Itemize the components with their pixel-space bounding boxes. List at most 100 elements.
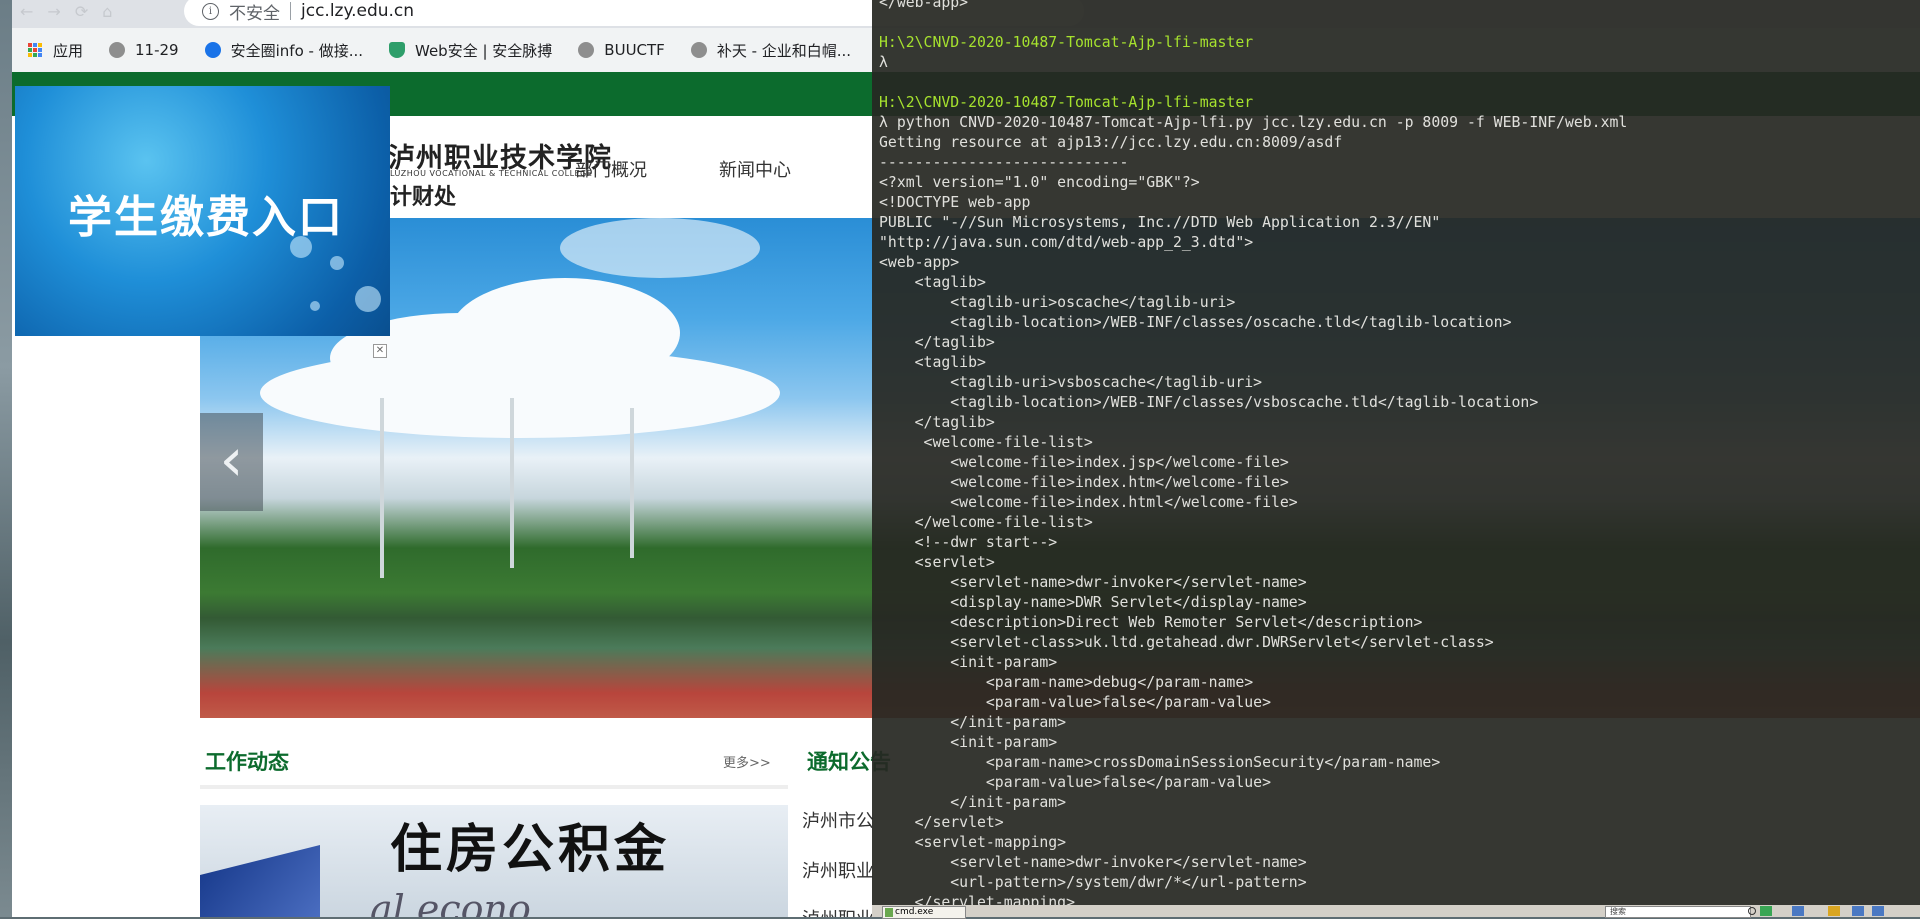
ad-bokeh <box>355 286 381 312</box>
terminal-line: </init-param> <box>879 714 1067 731</box>
terminal-tab-label: cmd.exe <box>895 907 934 917</box>
slider-prev-button[interactable]: ‹ <box>200 413 263 511</box>
lamp-post <box>630 408 634 558</box>
terminal-line: <servlet-name>dwr-invoker</servlet-name> <box>879 854 1307 871</box>
terminal-line: </init-param> <box>879 794 1067 811</box>
terminal-line: λ <box>879 54 888 71</box>
menu-icon[interactable] <box>1872 906 1884 916</box>
bookmark-item[interactable]: 补天 - 企业和白帽... <box>690 40 852 61</box>
terminal-line: <init-param> <box>879 654 1058 671</box>
terminal-line: <param-value>false</param-value> <box>879 694 1271 711</box>
terminal-line: <!--dwr start--> <box>879 534 1058 551</box>
terminal-status-bar: cmd.exe 搜索 <box>872 905 1920 919</box>
bookmark-item[interactable]: 11-29 <box>109 41 179 59</box>
ad-close-icon[interactable]: ✕ <box>373 344 387 358</box>
terminal-line: <param-name>debug</param-name> <box>879 674 1254 691</box>
terminal-search-input[interactable]: 搜索 <box>1605 906 1751 918</box>
globe-icon <box>690 42 707 58</box>
section-divider <box>200 785 788 789</box>
lamp-post <box>510 398 514 568</box>
terminal-line: <description>Direct Web Remoter Servlet<… <box>879 614 1423 631</box>
terminal-line: <display-name>DWR Servlet</display-name> <box>879 594 1307 611</box>
terminal-line: <init-param> <box>879 734 1058 751</box>
notice-item[interactable]: 泸州职业 <box>802 857 874 883</box>
omnibox-separator <box>290 2 291 20</box>
layout-icon[interactable] <box>1852 906 1864 916</box>
more-link[interactable]: 更多>> <box>723 752 771 771</box>
notice-item[interactable]: 泸州职业 <box>802 905 874 917</box>
site-logo-english: LUZHOU VOCATIONAL & TECHNICAL COLLEGE <box>390 169 593 178</box>
terminal-line: <url-pattern>/system/dwr/*</url-pattern> <box>879 874 1307 891</box>
cloud <box>260 348 780 438</box>
terminal-line: <taglib> <box>879 354 986 371</box>
news-image-subtext: al econo <box>370 887 531 917</box>
nav-item-overview[interactable]: 部门概况 <box>575 156 647 182</box>
terminal-line: <taglib-uri>oscache</taglib-uri> <box>879 294 1236 311</box>
nav-buttons[interactable]: ←→⟳⌂ <box>20 2 126 21</box>
terminal-line: <servlet> <box>879 554 995 571</box>
terminal-line: PUBLIC "-//Sun Microsystems, Inc.//DTD W… <box>879 214 1441 231</box>
terminal-line: <taglib-location>/WEB-INF/classes/oscach… <box>879 314 1512 331</box>
globe-icon <box>578 42 595 58</box>
lamp-post <box>380 398 384 578</box>
cloud <box>560 218 760 278</box>
terminal-line: <servlet-class>uk.ltd.getahead.dwr.DWRSe… <box>879 634 1494 651</box>
terminal-line: </welcome-file-list> <box>879 514 1093 531</box>
ad-text: 学生缴费入口 <box>68 192 344 243</box>
security-label[interactable]: 不安全 <box>229 0 280 24</box>
bookmark-apps[interactable]: 应用 <box>28 40 83 61</box>
news-image[interactable]: 住房公积金 al econo <box>200 805 788 917</box>
terminal-line: </servlet-mapping> <box>879 894 1075 905</box>
info-icon[interactable]: i <box>202 2 219 20</box>
safari-icon <box>204 42 221 58</box>
terminal-line: <welcome-file>index.html</welcome-file> <box>879 494 1298 511</box>
terminal-line: <welcome-file-list> <box>879 434 1093 451</box>
ad-bokeh <box>330 256 344 270</box>
lock-icon[interactable] <box>1828 906 1840 916</box>
terminal-line: "http://java.sun.com/dtd/web-app_2_3.dtd… <box>879 234 1254 251</box>
cmd-icon <box>885 908 893 917</box>
terminal-line: <welcome-file>index.htm</welcome-file> <box>879 474 1289 491</box>
terminal-line: <!DOCTYPE web-app <box>879 194 1031 211</box>
shield-icon <box>389 42 405 58</box>
bookmark-label: Web安全 | 安全脉搏 <box>415 41 553 60</box>
bookmark-label: 补天 - 企业和白帽... <box>716 41 852 60</box>
bookmark-item[interactable]: Web安全 | 安全脉搏 <box>389 40 552 61</box>
desktop-wallpaper <box>0 0 12 917</box>
terminal-tab[interactable]: cmd.exe <box>882 906 966 919</box>
terminal-line: </web-app> <box>879 0 969 11</box>
terminal-line: <taglib> <box>879 274 986 291</box>
bookmark-label: BUUCTF <box>604 41 665 59</box>
terminal-line: H:\2\CNVD-2020-10487-Tomcat-Ajp-lfi-mast… <box>879 94 1254 111</box>
bookmark-label: 应用 <box>53 41 84 60</box>
terminal-line: <?xml version="1.0" encoding="GBK"?> <box>879 174 1200 191</box>
globe-icon <box>109 42 126 58</box>
terminal-output: </web-app> H:\2\CNVD-2020-10487-Tomcat-A… <box>872 0 1920 905</box>
terminal-line: </servlet> <box>879 814 1004 831</box>
terminal-window[interactable]: </web-app> H:\2\CNVD-2020-10487-Tomcat-A… <box>872 0 1920 905</box>
terminal-line: ---------------------------- <box>879 154 1129 171</box>
bookmark-item[interactable]: BUUCTF <box>578 41 665 59</box>
terminal-line: <web-app> <box>879 254 960 271</box>
new-tab-icon[interactable] <box>1760 906 1772 916</box>
url-text[interactable]: jcc.lzy.edu.cn <box>301 1 414 21</box>
terminal-line: λ python CNVD-2020-10487-Tomcat-Ajp-lfi.… <box>879 114 1628 131</box>
bookmark-label: 11-29 <box>135 41 179 59</box>
notice-item[interactable]: 泸州市公 <box>802 807 874 833</box>
terminal-line: Getting resource at ajp13://jcc.lzy.edu.… <box>879 134 1343 151</box>
terminal-line: <welcome-file>index.jsp</welcome-file> <box>879 454 1289 471</box>
search-icon[interactable] <box>1748 907 1756 915</box>
news-image-graphic <box>200 845 320 917</box>
apps-grid-icon <box>28 42 43 58</box>
section-title-work: 工作动态 <box>205 750 289 774</box>
bookmark-item[interactable]: 安全圈info - 做接... <box>204 40 363 61</box>
nav-item-news[interactable]: 新闻中心 <box>719 156 791 182</box>
payment-entry-ad[interactable]: 学生缴费入口 <box>15 86 390 336</box>
terminal-line: <servlet-mapping> <box>879 834 1067 851</box>
terminal-line: <param-name>crossDomainSessionSecurity</… <box>879 754 1441 771</box>
terminal-line: <servlet-name>dwr-invoker</servlet-name> <box>879 574 1307 591</box>
terminal-line: <taglib-location>/WEB-INF/classes/vsbosc… <box>879 394 1539 411</box>
site-logo-dept: 计财处 <box>390 184 457 210</box>
view-icon[interactable] <box>1792 906 1804 916</box>
news-image-title: 住房公积金 <box>390 819 671 880</box>
